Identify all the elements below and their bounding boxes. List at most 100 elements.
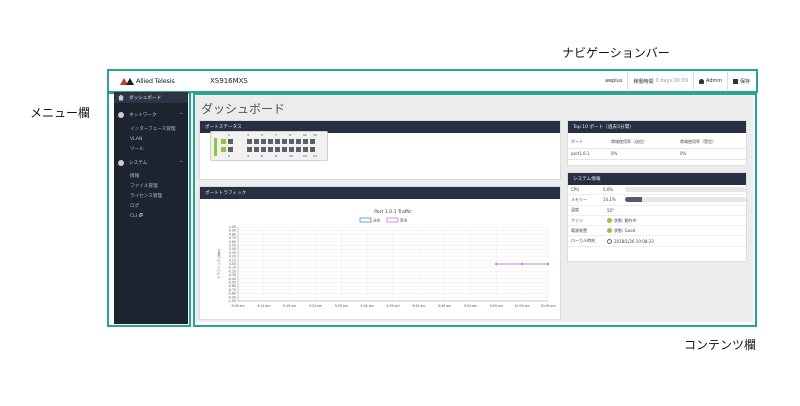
callout-menu-column: メニュー欄 (30, 106, 91, 120)
sidebar-item-tools[interactable]: ツール (114, 144, 188, 154)
switch-port[interactable] (268, 147, 273, 152)
chart-title: Port 1.0.1 Traffic (374, 209, 412, 215)
x-tick-label: 9:24 am (309, 304, 322, 308)
y-axis-label: トラフィック (bps) (216, 248, 221, 279)
switch-port[interactable] (221, 147, 226, 152)
switch-port[interactable] (289, 139, 294, 144)
memory-value: 14.1% (603, 197, 616, 203)
sidebar-item-network[interactable]: ネットワーク ^ (114, 109, 188, 120)
x-tick-label: 9:34 am (361, 304, 374, 308)
switch-port[interactable] (228, 147, 233, 152)
status-ok-icon (607, 228, 612, 234)
switch-port[interactable] (247, 147, 252, 152)
sidebar-item-cli[interactable]: CLI 🗗 (114, 211, 188, 221)
page-title: ダッシュボード (201, 102, 286, 116)
port-label: 13 (313, 133, 317, 137)
sidebar-item-info[interactable]: 情報 (114, 171, 188, 181)
port-label: 3 (247, 133, 249, 137)
memory-row: メモリー 14.1% (568, 195, 746, 206)
status-led (214, 138, 217, 156)
switch-port[interactable] (275, 147, 280, 152)
switch-port[interactable] (268, 139, 273, 144)
table-cell: 0% (677, 148, 746, 160)
table-row[interactable]: port1.0.1 0% 0% (568, 148, 746, 160)
switch-port[interactable] (221, 139, 226, 144)
navigation-bar: Allied Telesis XS916MXS awplus 稼働時間 0 da… (110, 72, 755, 90)
top10-table: ポート 帯域使用率（送信） 帯域使用率（受信） port1.0.1 0% 0% (568, 137, 746, 160)
switch-port[interactable] (303, 139, 308, 144)
admin-button[interactable]: Admin (693, 72, 727, 90)
gear-icon (118, 159, 124, 166)
memory-progress-bar (625, 197, 746, 203)
switch-port[interactable] (254, 139, 259, 144)
brand-logo[interactable]: Allied Telesis (120, 77, 190, 85)
switch-port[interactable] (282, 147, 287, 152)
cpu-progress-bar (625, 187, 746, 193)
uptime-label: 稼働時間 (633, 78, 654, 85)
chevron-up-icon: ^ (179, 112, 183, 117)
sidebar-item-vlan[interactable]: VLAN (114, 134, 188, 144)
switch-port[interactable] (296, 147, 301, 152)
port-label: 1 (228, 133, 230, 137)
table-cell: 0% (608, 148, 678, 160)
port-label: 8 (275, 154, 277, 158)
legend-swatch (359, 217, 372, 223)
port-status-panel: ポートステータス 1 3 5 7 9 11 13 2 4 6 8 10 12 14 (199, 120, 561, 180)
table-header: 帯域使用率（受信） (677, 137, 746, 149)
switch-port[interactable] (289, 147, 294, 152)
temperature-row: 温度 50° (568, 206, 746, 216)
x-tick-label: 9:19 am (283, 304, 296, 308)
x-tick-label: 9:44 am (412, 304, 425, 308)
psu-status: 状態: Good (614, 227, 636, 233)
chevron-up-icon: ^ (179, 160, 183, 165)
uptime-value: 0 days 00:09 (655, 78, 689, 84)
switch-port[interactable] (254, 147, 259, 152)
globe-icon (118, 111, 124, 118)
sidebar-item-file-management[interactable]: ファイル管理 (114, 181, 188, 191)
x-tick-label: 9:49 am (438, 304, 451, 308)
port-label: 12 (303, 154, 307, 158)
port-label: 4 (247, 154, 249, 158)
uptime: 稼働時間 0 days 00:09 (627, 72, 693, 90)
x-tick-label: 10:09 am (540, 304, 555, 308)
table-header: ポート (568, 137, 609, 149)
sidebar-item-log[interactable]: ログ (114, 201, 188, 211)
port-label: 5 (261, 133, 263, 137)
port-traffic-panel: ポートトラフィック Port 1.0.1 Traffic 送信 受信 1.00 0.90… (199, 186, 561, 320)
top10-panel: Top 10 ポート（過去5分間） ポート 帯域使用率（送信） 帯域使用率（受信… (567, 120, 747, 166)
sidebar-item-interface-management[interactable]: インターフェース管理 (114, 124, 188, 134)
allied-telesis-logo-icon (120, 77, 134, 85)
home-icon (118, 94, 124, 101)
x-tick-label: 9:59 am (490, 304, 503, 308)
fan-status: 状態: 動作中 (614, 217, 637, 223)
switch-port[interactable] (247, 139, 252, 144)
legend-label: 送信 (373, 218, 381, 223)
sidebar-item-license-management[interactable]: ライセンス管理 (114, 191, 188, 201)
sidebar-item-system[interactable]: システム ^ (114, 157, 188, 168)
clock-icon (607, 238, 612, 244)
port-label: 14 (313, 154, 317, 158)
callout-content-column: コンテンツ欄 (684, 338, 757, 352)
switch-port[interactable] (261, 147, 266, 152)
data-point (495, 262, 498, 266)
cpu-row: CPU 0.0% (568, 185, 746, 196)
sidebar-item-dashboard[interactable]: ダッシュボード (114, 92, 188, 103)
traffic-chart: Port 1.0.1 Traffic送信 受信1.000.900.800.700.… (216, 209, 556, 308)
port-label: 7 (275, 133, 277, 137)
legend-label: 受信 (400, 218, 408, 223)
switch-port[interactable] (261, 139, 266, 144)
status-ok-icon (607, 218, 612, 224)
switch-port[interactable] (296, 139, 301, 144)
data-point (521, 262, 524, 266)
switch-port[interactable] (310, 147, 315, 152)
switch-port[interactable] (310, 139, 315, 144)
table-header-row: ポート 帯域使用率（送信） 帯域使用率（受信） (568, 137, 746, 149)
switch-port[interactable] (228, 139, 233, 144)
table-header: 帯域使用率（送信） (608, 137, 678, 149)
port-label: 2 (228, 154, 230, 158)
save-button[interactable]: 保存 (726, 72, 755, 90)
switch-port[interactable] (275, 139, 280, 144)
switch-port[interactable] (282, 139, 287, 144)
brand-name: Allied Telesis (136, 77, 175, 85)
switch-port[interactable] (303, 147, 308, 152)
